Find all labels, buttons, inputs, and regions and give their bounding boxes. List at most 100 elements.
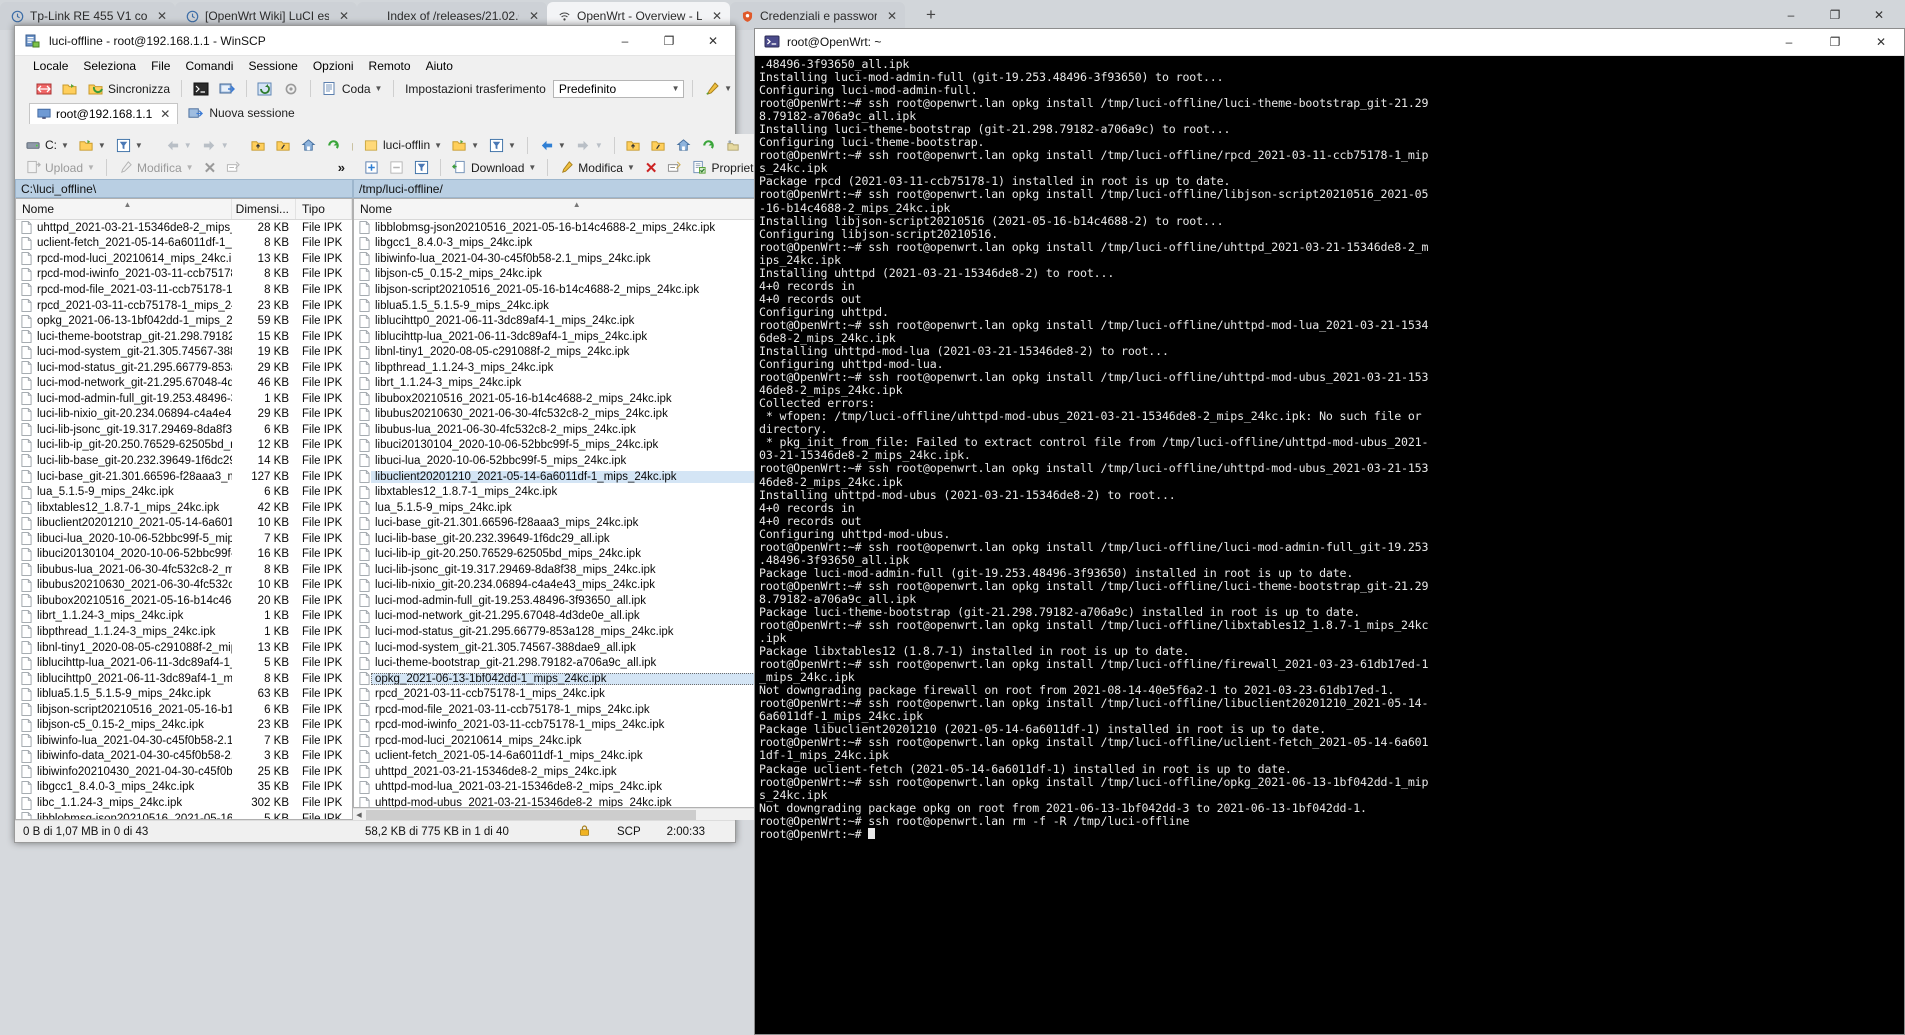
- deselect-all-button[interactable]: [386, 159, 407, 176]
- session-color-icon[interactable]: ▼: [701, 80, 735, 98]
- putty-minimize-button[interactable]: –: [1766, 29, 1812, 55]
- remote-edit-button[interactable]: Modifica ▼: [556, 159, 638, 176]
- table-row[interactable]: uhttpd_2021-03-21-15346de8-2_mips_24k...…: [16, 220, 352, 236]
- remote-back-button[interactable]: ▼: [536, 137, 569, 154]
- table-row[interactable]: librt_1.1.24-3_mips_24kc.ipk 1 KB File IPK: [16, 609, 352, 625]
- chevron-down-icon[interactable]: ▼: [61, 141, 69, 150]
- local-col-type[interactable]: Tipo: [296, 199, 352, 219]
- menu-item-remoto[interactable]: Remoto: [369, 59, 411, 73]
- properties-button[interactable]: Proprietà: [689, 159, 763, 176]
- chevron-down-icon[interactable]: ▼: [595, 141, 603, 150]
- table-row[interactable]: rpcd-mod-luci_20210614_mips_24kc.ipk 13 K…: [16, 251, 352, 267]
- menu-item-sessione[interactable]: Sessione: [248, 59, 297, 73]
- remote-parent-directory-button[interactable]: [623, 137, 644, 154]
- sync-button[interactable]: Sincronizza: [85, 80, 173, 98]
- browser-restore-button[interactable]: ❐: [1813, 2, 1857, 28]
- preferences-gear-icon[interactable]: [280, 80, 302, 98]
- table-row[interactable]: liblucihttp-lua_2021-06-11-3dc89af4-1_m.…: [16, 655, 352, 671]
- new-tab-button[interactable]: +: [917, 1, 945, 29]
- local-file-list[interactable]: Nome ▲ Dimensi... Tipo uhttpd_2021-03-21…: [15, 198, 353, 820]
- menu-item-aiuto[interactable]: Aiuto: [426, 59, 453, 73]
- table-row[interactable]: libubus20210630_2021-06-30-4fc532c8-2_..…: [16, 578, 352, 594]
- remote-home-directory-button[interactable]: [673, 137, 694, 154]
- open-directory-icon[interactable]: ▼: [76, 137, 109, 154]
- local-col-size[interactable]: Dimensi...: [232, 199, 296, 219]
- home-directory-button[interactable]: [298, 137, 319, 154]
- remote-rename-button[interactable]: [664, 159, 685, 176]
- remote-filter-icon[interactable]: ▼: [486, 137, 519, 154]
- menu-item-comandi[interactable]: Comandi: [185, 59, 233, 73]
- winscp-maximize-button[interactable]: ❐: [647, 26, 691, 55]
- browser-tab-close-icon[interactable]: ✕: [525, 9, 539, 23]
- table-row[interactable]: libubox20210516_2021-05-16-b14c4688-2...…: [16, 593, 352, 609]
- table-row[interactable]: libiwinfo20210430_2021-04-30-c45f0b58-..…: [16, 764, 352, 780]
- edit-button[interactable]: Modifica ▼: [115, 159, 197, 176]
- chevron-down-icon[interactable]: ▼: [87, 163, 95, 172]
- back-button[interactable]: ▼: [162, 137, 195, 154]
- local-rows[interactable]: uhttpd_2021-03-21-15346de8-2_mips_24k...…: [16, 220, 352, 819]
- table-row[interactable]: opkg_2021-06-13-1bf042dd-1_mips_24kc....…: [16, 313, 352, 329]
- chevron-down-icon[interactable]: ▼: [508, 141, 516, 150]
- table-row[interactable]: libxtables12_1.8.7-1_mips_24kc.ipk 42 KB F…: [16, 500, 352, 516]
- remote-forward-button[interactable]: ▼: [573, 137, 606, 154]
- table-row[interactable]: luci-lib-base_git-20.232.39649-1f6dc29_a…: [16, 453, 352, 469]
- table-row[interactable]: libnl-tiny1_2020-08-05-c291088f-2_mips_.…: [16, 640, 352, 656]
- table-row[interactable]: luci-lib-jsonc_git-19.317.29469-8da8f38_…: [16, 422, 352, 438]
- local-toolbar-overflow-button[interactable]: »: [335, 159, 353, 176]
- local-drive-selector[interactable]: C: ▼: [23, 137, 72, 154]
- table-row[interactable]: luci-mod-system_git-21.305.74567-388da..…: [16, 344, 352, 360]
- table-row[interactable]: libjson-script20210516_2021-05-16-b14c4.…: [16, 702, 352, 718]
- remote-root-directory-button[interactable]: [648, 137, 669, 154]
- chevron-down-icon[interactable]: ▼: [434, 141, 442, 150]
- menu-item-seleziona[interactable]: Seleziona: [83, 59, 136, 73]
- refresh-icon[interactable]: [254, 80, 276, 98]
- new-session-icon[interactable]: [216, 80, 238, 98]
- menu-item-locale[interactable]: Locale: [33, 59, 68, 73]
- table-row[interactable]: uclient-fetch_2021-05-14-6a6011df-1_mi..…: [16, 236, 352, 252]
- table-row[interactable]: liblua5.1.5_5.1.5-9_mips_24kc.ipk 63 KB Fi…: [16, 686, 352, 702]
- chevron-down-icon[interactable]: ▼: [184, 141, 192, 150]
- table-row[interactable]: rpcd-mod-file_2021-03-11-ccb75178-1_m...…: [16, 282, 352, 298]
- delete-button[interactable]: ✕: [201, 158, 220, 178]
- browser-tab-close-icon[interactable]: ✕: [883, 9, 897, 23]
- chevron-down-icon[interactable]: ▼: [375, 84, 383, 93]
- root-directory-button[interactable]: [273, 137, 294, 154]
- upload-button[interactable]: Upload ▼: [23, 159, 98, 176]
- browser-tab-close-icon[interactable]: ✕: [708, 9, 722, 23]
- browser-close-button[interactable]: ✕: [1857, 2, 1901, 28]
- local-path-bar[interactable]: C:\luci_offline\: [15, 179, 353, 198]
- table-row[interactable]: libblobmsg-json20210516_2021-05-16-b1...…: [16, 811, 352, 819]
- refresh-directory-button[interactable]: [323, 137, 344, 154]
- chevron-down-icon[interactable]: ▼: [221, 141, 229, 150]
- remote-refresh-button[interactable]: [698, 137, 719, 154]
- table-row[interactable]: luci-mod-network_git-21.295.67048-4d3d..…: [16, 375, 352, 391]
- remote-delete-button[interactable]: ✕: [642, 158, 661, 178]
- table-row[interactable]: luci-lib-ip_git-20.250.76529-62505bd_mip…: [16, 438, 352, 454]
- remote-bookmark-button[interactable]: [723, 137, 744, 154]
- table-row[interactable]: rpcd_2021-03-11-ccb75178-1_mips_24kc.i..…: [16, 298, 352, 314]
- winscp-close-button[interactable]: ✕: [691, 26, 735, 55]
- session-tab[interactable]: root@192.168.1.1 ✕: [29, 102, 179, 124]
- remote-open-directory-icon[interactable]: ▼: [449, 137, 482, 154]
- session-tab-close-icon[interactable]: ✕: [157, 107, 170, 121]
- table-row[interactable]: liblucihttp0_2021-06-11-3dc89af4-1_mips.…: [16, 671, 352, 687]
- sync-browsing-icon[interactable]: [59, 80, 81, 98]
- table-row[interactable]: luci-lib-nixio_git-20.234.06894-c4a4e43_…: [16, 407, 352, 423]
- table-row[interactable]: luci-base_git-21.301.66596-f28aaa3_mips_…: [16, 469, 352, 485]
- new-session-tab[interactable]: Nuova sessione: [181, 103, 301, 124]
- table-row[interactable]: rpcd-mod-iwinfo_2021-03-11-ccb75178-... 8…: [16, 267, 352, 283]
- putty-maximize-button[interactable]: ❐: [1812, 29, 1858, 55]
- chevron-down-icon[interactable]: ▼: [528, 163, 536, 172]
- chevron-down-icon[interactable]: ▼: [471, 141, 479, 150]
- table-row[interactable]: luci-mod-admin-full_git-19.253.48496-3f.…: [16, 391, 352, 407]
- table-row[interactable]: libuci20130104_2020-10-06-52bbc99f-5_...…: [16, 546, 352, 562]
- remote-hscroll-thumb[interactable]: [366, 810, 696, 820]
- queue-button[interactable]: Coda ▼: [319, 80, 386, 98]
- remote-col-name[interactable]: Nome ▲: [354, 199, 793, 219]
- browser-minimize-button[interactable]: –: [1769, 2, 1813, 28]
- rename-button[interactable]: [223, 159, 244, 176]
- chevron-down-icon[interactable]: ▼: [627, 163, 635, 172]
- browser-tab-close-icon[interactable]: ✕: [335, 9, 349, 23]
- putty-close-button[interactable]: ✕: [1858, 29, 1904, 55]
- winscp-minimize-button[interactable]: –: [603, 26, 647, 55]
